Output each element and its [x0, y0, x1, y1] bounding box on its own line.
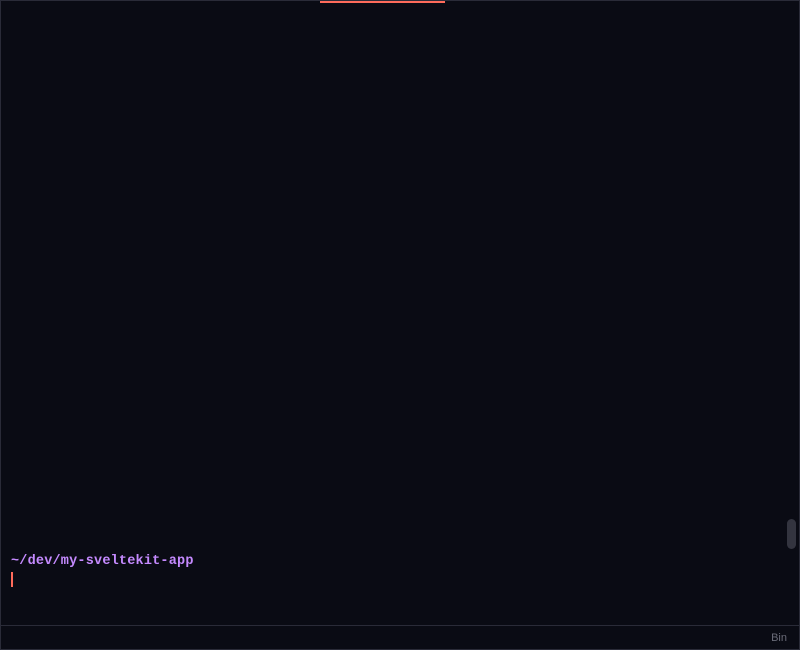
scrollbar-thumb[interactable] [787, 519, 796, 549]
terminal-viewport[interactable]: ~/dev/my-sveltekit-app [1, 3, 799, 621]
cwd-path: ~/dev/my-sveltekit-app [11, 554, 789, 569]
prompt-block: ~/dev/my-sveltekit-app [11, 554, 789, 587]
command-input-line[interactable] [11, 571, 789, 587]
cursor-icon [11, 572, 13, 587]
status-bar: Bin [1, 625, 799, 649]
status-right-label[interactable]: Bin [771, 632, 787, 644]
